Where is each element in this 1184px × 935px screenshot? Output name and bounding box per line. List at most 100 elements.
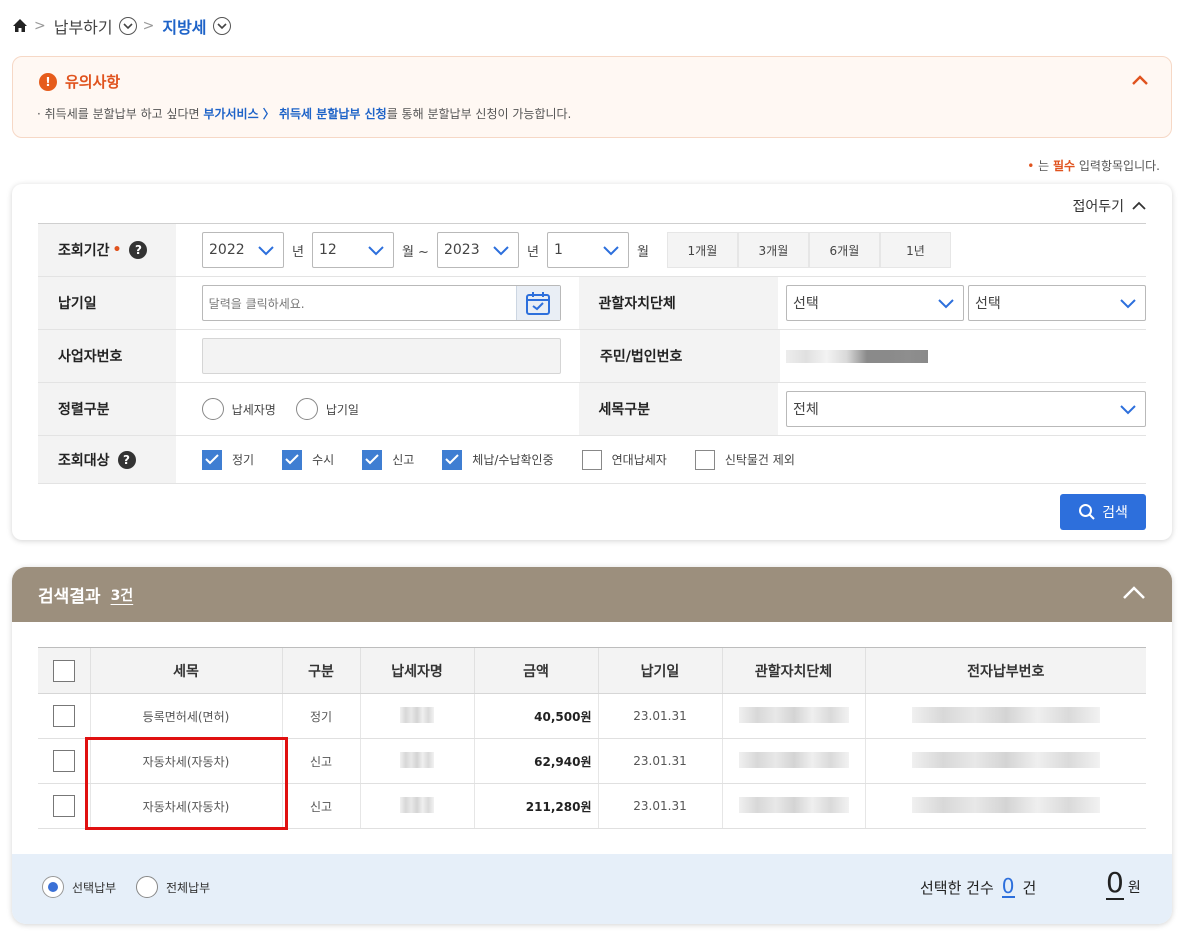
sort-taxpayer-label: 납세자명 [231,402,276,417]
chevron-down-icon [258,245,274,255]
home-icon[interactable] [12,18,28,34]
selected-count-label: 선택한 건수 [920,879,994,897]
business-no-input[interactable] [202,338,561,374]
target-arrears-checkbox[interactable] [442,449,463,470]
target-trust-checkbox[interactable] [694,449,715,470]
pay-selected-option[interactable]: 선택납부 [42,876,116,898]
cell-due: 23.01.31 [597,738,722,784]
cell-taxpayer [359,783,474,829]
chevron-up-icon[interactable] [1131,73,1149,87]
chevron-down-icon [368,245,384,255]
pay-all-radio[interactable] [136,876,158,898]
masked-payment-no [911,751,1100,768]
pay-selected-label: 선택납부 [72,880,117,895]
col-jurisdiction: 관할자치단체 [721,647,865,694]
cell-jurisdiction [721,783,865,829]
row-period: 조회기간 • ? 2022 년 12 월 ~ 2023 년 1 월 1개월 3개월… [38,224,1146,277]
required-note-pre: 는 [1038,159,1053,173]
label-period: 조회기간 • ? [38,224,176,276]
col-amount: 금액 [473,647,598,694]
fold-button[interactable]: 접어두기 [1072,196,1146,216]
help-icon[interactable]: ? [117,450,136,469]
label-due-date: 납기일 [38,277,176,329]
row-target: 조회대상 ? 정기 수시 신고 체납/수납확인중 연대납세자 신탁물건 제외 [38,436,1146,484]
row-checkbox-cell [38,693,90,739]
period-label-text: 조회기간 [58,243,110,259]
quick-period-group: 1개월 3개월 6개월 1년 [666,232,951,268]
selected-count: 선택한 건수 0 건 [920,876,1036,898]
results-panel: 검색결과 3건 세목 구분 납세자명 금액 납기일 관할자치단체 전자납부번호 … [12,567,1172,924]
due-date-input[interactable]: 달력을 클릭하세요. [201,285,561,321]
search-button-label: 검색 [1102,505,1128,521]
row-checkbox[interactable] [52,795,75,817]
to-year-select[interactable]: 2023 [436,232,519,268]
results-header: 검색결과 3건 [12,567,1172,622]
required-note: • 는 필수 입력항목입니다. [1027,157,1160,174]
label-jurisdiction: 관할자치단체 [578,277,778,329]
target-regular-label: 정기 [232,453,255,467]
cell-payment-no [864,693,1146,739]
breadcrumb-level1[interactable]: 납부하기 [54,14,113,38]
jurisdiction-select-2[interactable]: 선택 [968,285,1146,321]
period-6m-button[interactable]: 6개월 [808,232,880,268]
row-checkbox-cell [38,783,90,829]
help-icon[interactable]: ? [129,241,148,259]
notice-text-pre: · 취득세를 분할납부 하고 싶다면 [37,107,204,121]
to-year-value: 2023 [443,242,480,258]
chevron-down-icon [1120,404,1136,414]
cell-tax-item: 등록면허세(면허) [89,693,282,739]
masked-name [400,706,434,723]
period-1m-button[interactable]: 1개월 [666,232,738,268]
cell-jurisdiction [721,738,865,784]
row-checkbox[interactable] [52,705,75,727]
select-all-checkbox[interactable] [52,659,75,682]
cell-due: 23.01.31 [597,783,722,829]
chevron-down-icon[interactable] [118,17,137,35]
from-year-select[interactable]: 2022 [202,232,284,268]
cell-payment-no [864,783,1146,829]
col-type: 구분 [281,647,360,694]
chevron-down-icon[interactable] [212,17,231,35]
from-month-select[interactable]: 12 [311,232,394,268]
masked-payment-no [911,796,1100,813]
jurisdiction-select-1[interactable]: 선택 [786,285,964,321]
breadcrumb: > 납부하기 > 지방세 [12,14,231,38]
calendar-icon[interactable] [515,286,560,320]
notice-title: 유의사항 [65,73,121,91]
label-resident-no: 주민/법인번호 [580,330,780,382]
target-joint-checkbox[interactable] [581,449,602,470]
sort-due-radio[interactable] [295,398,318,420]
tax-item-select[interactable]: 전체 [786,391,1146,427]
label-target: 조회대상 ? [38,436,176,483]
notice-link[interactable]: 부가서비스 〉 취득세 분할납부 신청 [203,107,386,121]
pay-selected-radio[interactable] [42,876,64,898]
fold-label: 접어두기 [1072,199,1124,215]
required-dot: • [112,242,122,258]
label-tax-item: 세목구분 [578,383,778,435]
notice-header[interactable]: ! 유의사항 [39,71,120,92]
search-button[interactable]: 검색 [1060,494,1146,530]
to-month-select[interactable]: 1 [546,232,629,268]
highlight-box [85,737,288,830]
pay-all-option[interactable]: 전체납부 [136,876,210,898]
total-amount-value: 0 [1106,866,1124,900]
sort-taxpayer-radio[interactable] [201,398,224,420]
target-regular-checkbox[interactable] [202,449,222,470]
target-occasional-checkbox[interactable] [282,449,303,470]
chevron-up-icon[interactable] [1122,585,1146,601]
selected-count-value: 0 [1001,874,1015,898]
cell-type: 신고 [281,783,360,829]
to-month-value: 1 [553,242,563,258]
breadcrumb-level2[interactable]: 지방세 [162,14,206,38]
cell-jurisdiction [721,693,865,739]
target-report-checkbox[interactable] [362,449,383,470]
period-1y-button[interactable]: 1년 [879,232,951,268]
required-word: 필수 [1052,159,1076,173]
cell-amount: 62,940원 [473,738,598,784]
tax-item-value: 전체 [793,402,819,418]
results-footer: 선택납부 전체납부 선택한 건수 0 건 0 원 [12,854,1172,924]
period-3m-button[interactable]: 3개월 [737,232,809,268]
target-report-label: 신고 [392,453,415,467]
row-checkbox[interactable] [52,750,75,772]
chevron-down-icon [1120,298,1136,308]
